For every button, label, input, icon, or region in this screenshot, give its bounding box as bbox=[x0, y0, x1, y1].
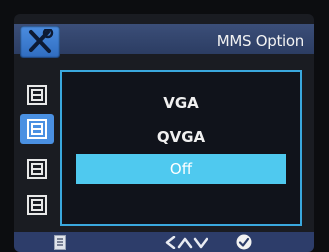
settings-tab[interactable] bbox=[20, 26, 60, 58]
menu-icon[interactable] bbox=[54, 235, 66, 250]
bottom-bar bbox=[14, 232, 314, 252]
confirm-icon[interactable] bbox=[236, 234, 252, 250]
sidebar-item-2[interactable] bbox=[20, 114, 54, 144]
option-vga[interactable]: VGA bbox=[62, 94, 300, 112]
menu-page-icon bbox=[27, 85, 47, 105]
option-off[interactable]: Off bbox=[76, 154, 286, 184]
camera-screen: MMS Option VGA QVGA Off bbox=[14, 14, 314, 252]
sidebar-item-4[interactable] bbox=[24, 192, 50, 218]
tools-icon bbox=[29, 29, 54, 53]
sidebar-item-3[interactable] bbox=[24, 156, 50, 182]
options-panel: VGA QVGA Off bbox=[60, 70, 302, 226]
option-qvga[interactable]: QVGA bbox=[62, 128, 300, 146]
sidebar-item-1[interactable] bbox=[24, 82, 50, 108]
menu-page-icon bbox=[27, 195, 47, 215]
page-title: MMS Option bbox=[216, 32, 305, 50]
nav-arrows-icon[interactable] bbox=[164, 236, 208, 249]
menu-page-icon bbox=[27, 119, 47, 139]
menu-page-icon bbox=[27, 159, 47, 179]
